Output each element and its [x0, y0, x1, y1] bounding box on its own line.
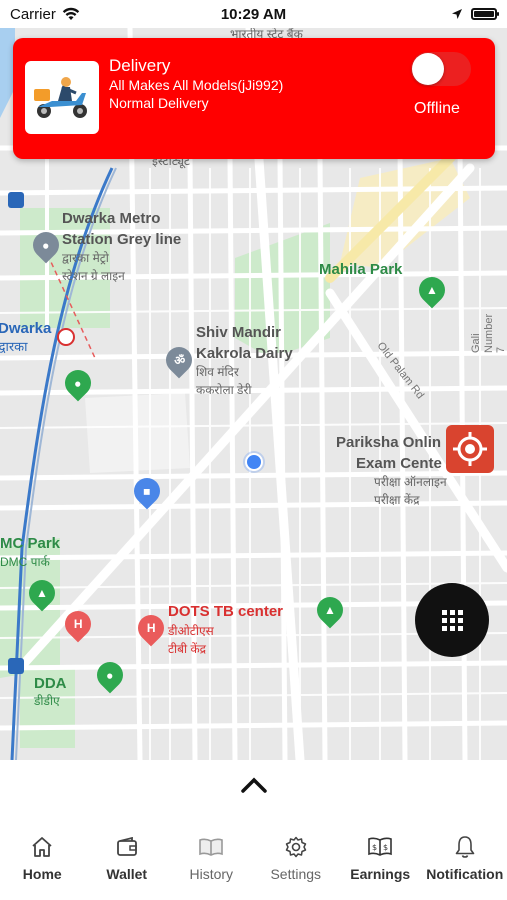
map-label: डीओटीएस — [168, 624, 214, 638]
map-label: Kakrola Dairy — [196, 345, 293, 362]
wifi-icon — [62, 7, 80, 20]
grid-icon — [441, 609, 463, 631]
metro-logo-icon — [57, 328, 75, 346]
map-label: टीबी केंद्र — [168, 642, 207, 656]
chevron-up-icon — [240, 777, 267, 793]
tab-home[interactable]: Home — [0, 810, 85, 900]
home-icon — [30, 834, 54, 860]
map-label: Pariksha Onlin — [336, 434, 442, 451]
toggle-knob — [412, 53, 444, 85]
map-label: Exam Cente — [356, 455, 442, 472]
recenter-button[interactable] — [446, 425, 494, 473]
gear-icon — [285, 834, 307, 860]
map-label: परीक्षा केंद्र — [374, 493, 420, 507]
current-location-marker — [243, 451, 265, 473]
location-arrow-icon — [452, 9, 462, 19]
map-label: ककरोला डेरी — [196, 383, 252, 397]
service-title: Delivery — [109, 56, 171, 75]
tab-earnings[interactable]: $ $ Earnings — [338, 810, 423, 900]
tab-wallet[interactable]: Wallet — [85, 810, 170, 900]
tab-label: Home — [22, 866, 62, 882]
expand-sheet-button[interactable] — [0, 760, 507, 810]
delivery-type: Normal Delivery — [109, 95, 209, 111]
battery-icon — [471, 8, 499, 20]
wallet-icon — [116, 834, 138, 860]
tab-label: Wallet — [106, 866, 148, 882]
tab-history[interactable]: History — [169, 810, 254, 900]
bus-stop-icon — [8, 658, 24, 674]
menu-grid-button[interactable] — [415, 583, 489, 657]
svg-text:$: $ — [372, 843, 377, 852]
online-status-label: Offline — [414, 100, 460, 117]
vehicle-info: All Makes All Models(jJi992) — [109, 77, 284, 93]
map-label: शिव मंदिर — [196, 365, 239, 379]
map-label: द्वारका मेट्रो — [62, 251, 109, 265]
map-label: स्टेशन ग्रे लाइन — [62, 269, 125, 283]
svg-text:$: $ — [383, 843, 388, 852]
carrier-label: Carrier — [10, 5, 56, 23]
tab-label: Earnings — [350, 866, 411, 882]
tab-settings[interactable]: Settings — [254, 810, 339, 900]
tab-label: History — [189, 866, 234, 882]
bell-icon — [454, 834, 476, 860]
tab-notification[interactable]: Notification — [423, 810, 507, 900]
tab-label: Settings — [270, 866, 322, 882]
map-label: Gali Number 7 — [470, 313, 507, 353]
earnings-icon: $ $ — [367, 834, 393, 860]
map-label: DMC पार्क — [0, 555, 50, 569]
bottom-tab-bar: Home Wallet History Settings $ $ Earnings — [0, 810, 507, 900]
map-label: परीक्षा ऑनलाइन — [374, 475, 447, 489]
map-label: Dwarka Metro — [62, 210, 161, 227]
map-label: Station Grey line — [62, 231, 182, 248]
map-label: DDA — [34, 675, 67, 692]
map-label: Shiv Mandir — [196, 324, 282, 341]
delivery-scooter-icon — [25, 61, 99, 134]
app-screen: Carrier 10:29 AM भारतीय स्टेट बैंक इंस्ट… — [0, 0, 507, 900]
online-toggle[interactable] — [411, 52, 471, 86]
map-label: DOTS TB center — [168, 603, 284, 620]
crosshair-icon — [453, 432, 487, 466]
map-label: MC Park — [0, 535, 61, 552]
map-label: Dwarka — [0, 320, 52, 337]
map-label: द्वारका — [0, 339, 28, 354]
map-label: डीडीए — [34, 694, 60, 708]
bus-stop-icon — [8, 192, 24, 208]
tab-label: Notification — [426, 866, 504, 882]
driver-status-card: Delivery All Makes All Models(jJi992) No… — [13, 38, 495, 159]
map-label: Mahila Park — [319, 261, 403, 278]
book-icon — [198, 834, 224, 860]
status-bar: Carrier 10:29 AM — [0, 0, 507, 28]
